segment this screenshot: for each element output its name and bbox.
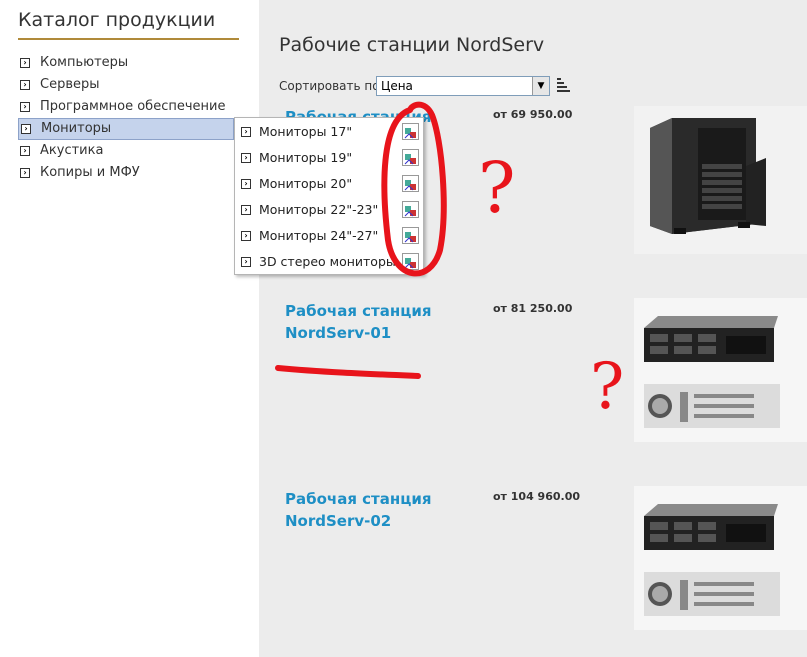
main-content: Рабочие станции NordServ Сортировать по:… [259,0,807,657]
arrow-bullet-icon: › [20,58,30,68]
broken-image-icon [402,227,419,244]
sidebar-item-software[interactable]: › Программное обеспечение [18,96,258,118]
submenu-item[interactable]: › Мониторы 22"-23" [235,197,423,223]
product-name-link[interactable]: Рабочая станция NordServ-02 [285,488,455,532]
arrow-bullet-icon: › [20,80,30,90]
rack-server-icon [634,298,807,442]
sort-select[interactable]: Цена ▼ [376,76,550,96]
sidebar-item-acoustics[interactable]: › Акустика [18,140,258,162]
sidebar-item-label: Серверы [40,77,100,92]
submenu-item[interactable]: › Мониторы 19" [235,145,423,171]
sidebar-item-label: Компьютеры [40,55,129,70]
product-name-link[interactable]: Рабочая станция NordServ-01 [285,300,455,344]
broken-image-icon [402,149,419,166]
arrow-bullet-icon: › [241,127,251,137]
sidebar-item-label: Программное обеспечение [40,99,226,114]
sidebar: Каталог продукции › Компьютеры › Серверы… [0,0,259,657]
product-price: от 81 250.00 [493,302,573,315]
sort-select-value: Цена [381,79,413,93]
arrow-bullet-icon: › [20,168,30,178]
sort-label: Сортировать по: [279,79,384,93]
chevron-down-icon[interactable]: ▼ [532,77,549,95]
sort-direction-icon[interactable] [557,78,571,92]
tower-server-icon [634,106,807,254]
arrow-bullet-icon: › [241,205,251,215]
title-divider [18,38,239,40]
broken-image-icon [402,123,419,140]
submenu-item-label: Мониторы 22"-23" [259,202,379,217]
arrow-bullet-icon: › [20,146,30,156]
submenu-item[interactable]: › 3D стерео мониторы [235,249,423,275]
product-image[interactable] [634,106,807,254]
arrow-bullet-icon: › [241,179,251,189]
product-image[interactable] [634,298,807,442]
category-list: › Компьютеры › Серверы › Программное обе… [18,52,258,184]
arrow-bullet-icon: › [241,231,251,241]
sidebar-item-copiers[interactable]: › Копиры и МФУ [18,162,258,184]
arrow-bullet-icon: › [20,102,30,112]
submenu-item[interactable]: › Мониторы 17" [235,119,423,145]
sidebar-item-servers[interactable]: › Серверы [18,74,258,96]
arrow-bullet-icon: › [241,257,251,267]
submenu-item-label: Мониторы 17" [259,124,353,139]
broken-image-icon [402,175,419,192]
broken-image-icon [402,253,419,270]
submenu-item-label: Мониторы 19" [259,150,353,165]
submenu-item[interactable]: › Мониторы 24"-27" [235,223,423,249]
arrow-bullet-icon: › [21,124,31,134]
product-image[interactable] [634,486,807,630]
product-price: от 69 950.00 [493,108,573,121]
rack-server-icon [634,486,807,630]
submenu-item-label: Мониторы 20" [259,176,353,191]
arrow-bullet-icon: › [241,153,251,163]
sidebar-item-label: Копиры и МФУ [40,165,140,180]
monitors-submenu: › Мониторы 17" › Мониторы 19" › Мониторы… [234,117,424,275]
submenu-item-label: Мониторы 24"-27" [259,228,379,243]
sidebar-item-label: Мониторы [41,121,112,136]
page-title: Рабочие станции NordServ [279,34,545,56]
sidebar-item-computers[interactable]: › Компьютеры [18,52,258,74]
catalog-title: Каталог продукции [18,9,216,31]
broken-image-icon [402,201,419,218]
product-price: от 104 960.00 [493,490,581,503]
sidebar-item-monitors[interactable]: › Мониторы [18,118,234,140]
sidebar-item-label: Акустика [40,143,104,158]
submenu-item[interactable]: › Мониторы 20" [235,171,423,197]
submenu-item-label: 3D стерео мониторы [259,254,396,269]
